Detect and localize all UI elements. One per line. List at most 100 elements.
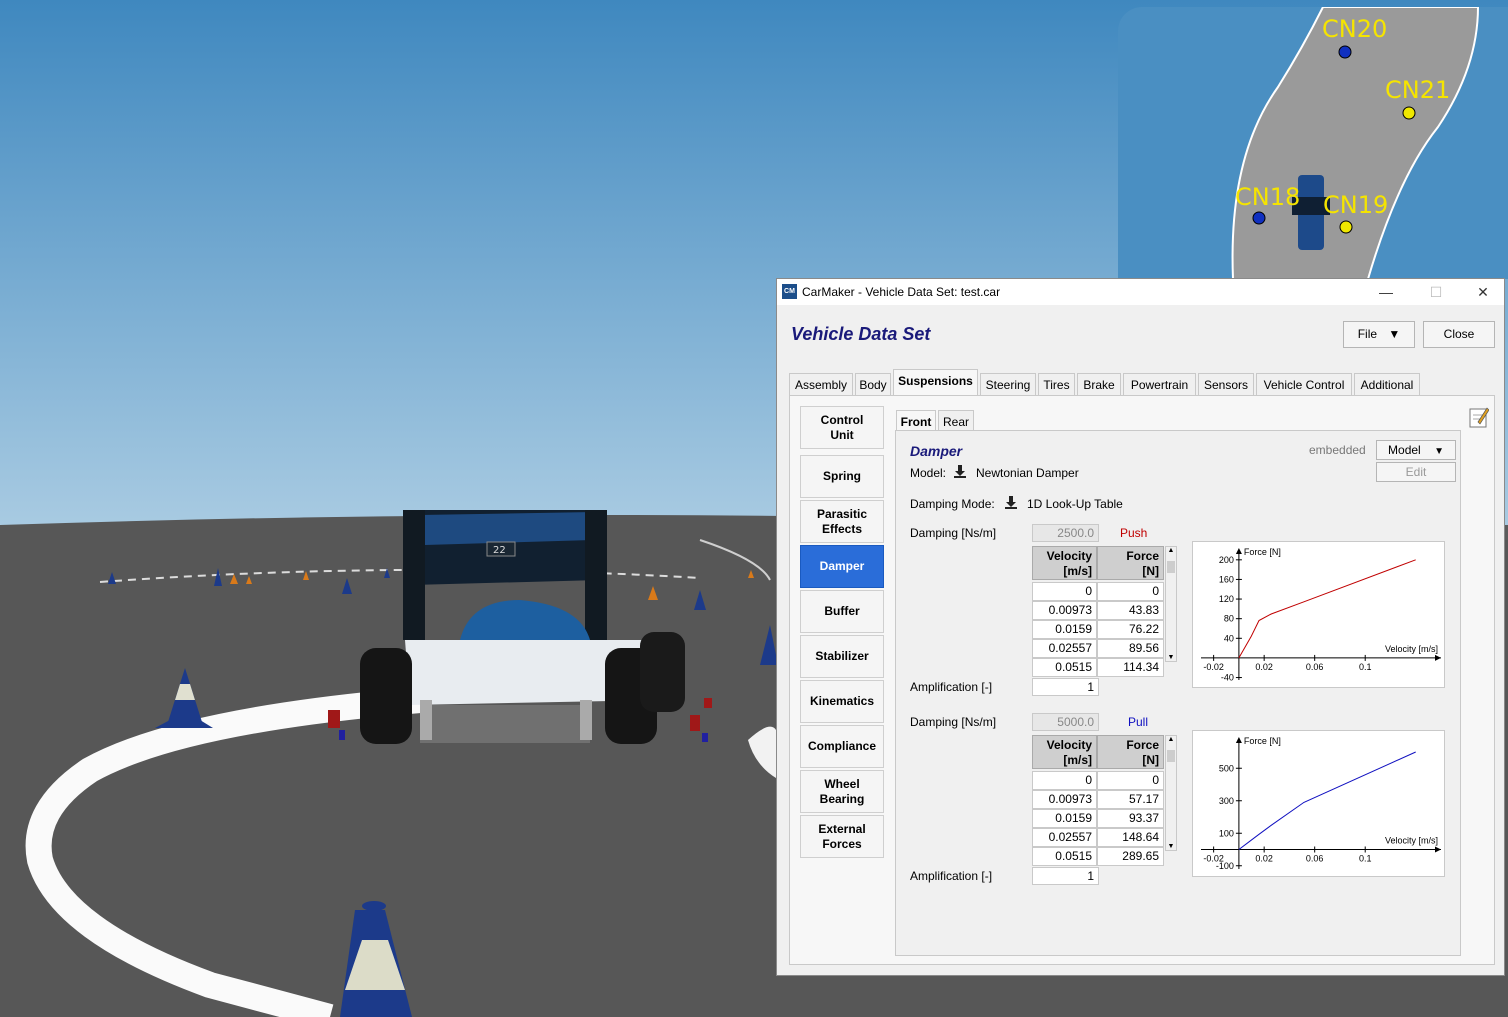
table-cell[interactable]: 0.00973 xyxy=(1032,790,1097,809)
sidebar-item-kinematics[interactable]: Kinematics xyxy=(800,680,884,723)
y-tick-label: 100 xyxy=(1219,828,1234,838)
tab-brake[interactable]: Brake xyxy=(1077,373,1121,395)
model-menu-button[interactable]: Model ▼ xyxy=(1376,440,1456,460)
sidebar-item-buffer[interactable]: Buffer xyxy=(800,590,884,633)
sidebar-item-label: Damper xyxy=(819,559,865,573)
minimap: CN20 CN21 CN18 CN19 xyxy=(1118,7,1508,279)
y-tick-label: 300 xyxy=(1219,796,1234,806)
model-label: Model xyxy=(1388,443,1421,457)
table-cell[interactable]: 0.0515 xyxy=(1032,658,1097,677)
velocity-header: Velocity [m/s] xyxy=(1032,546,1097,580)
carmaker-logo-icon: CM xyxy=(782,284,797,299)
table-cell[interactable]: 0.02557 xyxy=(1032,828,1097,847)
tab-sensors[interactable]: Sensors xyxy=(1198,373,1254,395)
window-title: CarMaker - Vehicle Data Set: test.car xyxy=(802,285,1001,299)
edit-button[interactable]: Edit xyxy=(1376,462,1456,482)
tab-assembly[interactable]: Assembly xyxy=(789,373,853,395)
table-cell[interactable]: 57.17 xyxy=(1097,790,1164,809)
arrow-up-icon[interactable]: ▲ xyxy=(1166,736,1176,743)
tab-additional[interactable]: Additional xyxy=(1354,373,1420,395)
marker-label: CN18 xyxy=(1235,183,1301,211)
y-arrow xyxy=(1235,737,1242,743)
tab-steering[interactable]: Steering xyxy=(980,373,1036,395)
sidebar-item-control-unit[interactable]: Control Unit xyxy=(800,406,884,449)
force-header: Force [N] xyxy=(1097,735,1164,769)
x-axis-label: Velocity [m/s] xyxy=(1385,836,1438,846)
tab-tires[interactable]: Tires xyxy=(1038,373,1075,395)
sidebar-item-external-forces[interactable]: External Forces xyxy=(800,815,884,858)
maximize-button[interactable]: ☐ xyxy=(1420,281,1452,303)
table-cell[interactable]: 0 xyxy=(1032,582,1097,601)
x-tick-label: -0.02 xyxy=(1203,662,1224,672)
table-cell[interactable]: 0 xyxy=(1097,582,1164,601)
car-number: 22 xyxy=(493,545,506,556)
push-damping-field[interactable]: 2500.0 xyxy=(1032,524,1099,542)
push-table-scrollbar[interactable]: ▲ ▼ xyxy=(1165,546,1177,662)
table-cell[interactable]: 0.0515 xyxy=(1032,847,1097,866)
table-cell[interactable]: 0.00973 xyxy=(1032,601,1097,620)
section-title: Damper xyxy=(910,443,963,459)
pull-amplification-field[interactable]: 1 xyxy=(1032,867,1099,885)
sidebar-item-label: Parasitic Effects xyxy=(816,506,868,536)
pull-label: Pull xyxy=(1128,715,1149,729)
y-tick-label: 200 xyxy=(1219,555,1234,565)
close-window-button[interactable]: ✕ xyxy=(1467,281,1499,303)
tab-vehicle-control[interactable]: Vehicle Control xyxy=(1256,373,1352,395)
pull-amplification-label: Amplification [-] xyxy=(910,869,993,883)
model-value: Newtonian Damper xyxy=(976,466,1079,480)
table-cell[interactable]: 0.02557 xyxy=(1032,639,1097,658)
download-icon[interactable] xyxy=(953,464,967,478)
pull-force-plot: -0.02 0.02 0.06 0.1 -100 100 300 500 Force [N] Ve… xyxy=(1192,730,1445,877)
minimize-button[interactable]: — xyxy=(1370,281,1402,303)
table-cell[interactable]: 0 xyxy=(1032,771,1097,790)
y-axis-label: Force [N] xyxy=(1244,547,1281,557)
file-menu-button[interactable]: File ▼ xyxy=(1343,321,1415,348)
table-cell[interactable]: 114.34 xyxy=(1097,658,1164,677)
arrow-up-icon[interactable]: ▲ xyxy=(1166,547,1176,554)
x-axis-label: Velocity [m/s] xyxy=(1385,644,1438,654)
damper-panel: Damper embedded Model ▼ Edit Model: Newt… xyxy=(895,430,1461,956)
table-cell[interactable]: 148.64 xyxy=(1097,828,1164,847)
sidebar-item-compliance[interactable]: Compliance xyxy=(800,725,884,768)
push-amplification-field[interactable]: 1 xyxy=(1032,678,1099,696)
tab-suspensions[interactable]: Suspensions xyxy=(893,369,978,396)
table-cell[interactable]: 76.22 xyxy=(1097,620,1164,639)
arrow-down-icon[interactable]: ▼ xyxy=(1166,654,1176,661)
table-cell[interactable]: 89.56 xyxy=(1097,639,1164,658)
y-tick-label: 80 xyxy=(1224,614,1234,624)
close-button[interactable]: Close xyxy=(1423,321,1495,348)
sidebar-item-parasitic-effects[interactable]: Parasitic Effects xyxy=(800,500,884,543)
table-cell[interactable]: 43.83 xyxy=(1097,601,1164,620)
damping-mode-value: 1D Look-Up Table xyxy=(1027,497,1123,511)
sidebar-item-label: Stabilizer xyxy=(815,649,869,663)
x-arrow xyxy=(1435,846,1441,853)
download-icon[interactable] xyxy=(1004,495,1018,509)
sidebar-item-damper[interactable]: Damper xyxy=(800,545,884,588)
pull-table-scrollbar[interactable]: ▲ ▼ xyxy=(1165,735,1177,851)
push-amplification-label: Amplification [-] xyxy=(910,680,993,694)
table-cell[interactable]: 0.0159 xyxy=(1032,620,1097,639)
chevron-down-icon: ▼ xyxy=(1434,446,1444,457)
file-label: File xyxy=(1357,327,1378,341)
notepad-icon[interactable] xyxy=(1469,406,1489,428)
table-cell[interactable]: 289.65 xyxy=(1097,847,1164,866)
sidebar-item-wheel-bearing[interactable]: Wheel Bearing xyxy=(800,770,884,813)
pull-damping-field[interactable]: 5000.0 xyxy=(1032,713,1099,731)
chevron-down-icon: ▼ xyxy=(1388,327,1401,341)
push-label: Push xyxy=(1120,526,1148,540)
sidebar-item-label: Buffer xyxy=(824,604,860,618)
table-cell[interactable]: 0 xyxy=(1097,771,1164,790)
table-cell[interactable]: 0.0159 xyxy=(1032,809,1097,828)
tab-powertrain[interactable]: Powertrain xyxy=(1123,373,1196,395)
sidebar-item-spring[interactable]: Spring xyxy=(800,455,884,498)
arrow-down-icon[interactable]: ▼ xyxy=(1166,843,1176,850)
table-cell[interactable]: 93.37 xyxy=(1097,809,1164,828)
tab-body[interactable]: Body xyxy=(855,373,891,395)
force-header: Force [N] xyxy=(1097,546,1164,580)
y-tick-label: 40 xyxy=(1224,633,1234,643)
embedded-label: embedded xyxy=(1309,443,1366,457)
sidebar-item-stabilizer[interactable]: Stabilizer xyxy=(800,635,884,678)
y-tick-label: -100 xyxy=(1216,861,1234,871)
y-tick-label: -40 xyxy=(1221,673,1234,683)
title-bar[interactable]: CM CarMaker - Vehicle Data Set: test.car… xyxy=(777,279,1504,305)
